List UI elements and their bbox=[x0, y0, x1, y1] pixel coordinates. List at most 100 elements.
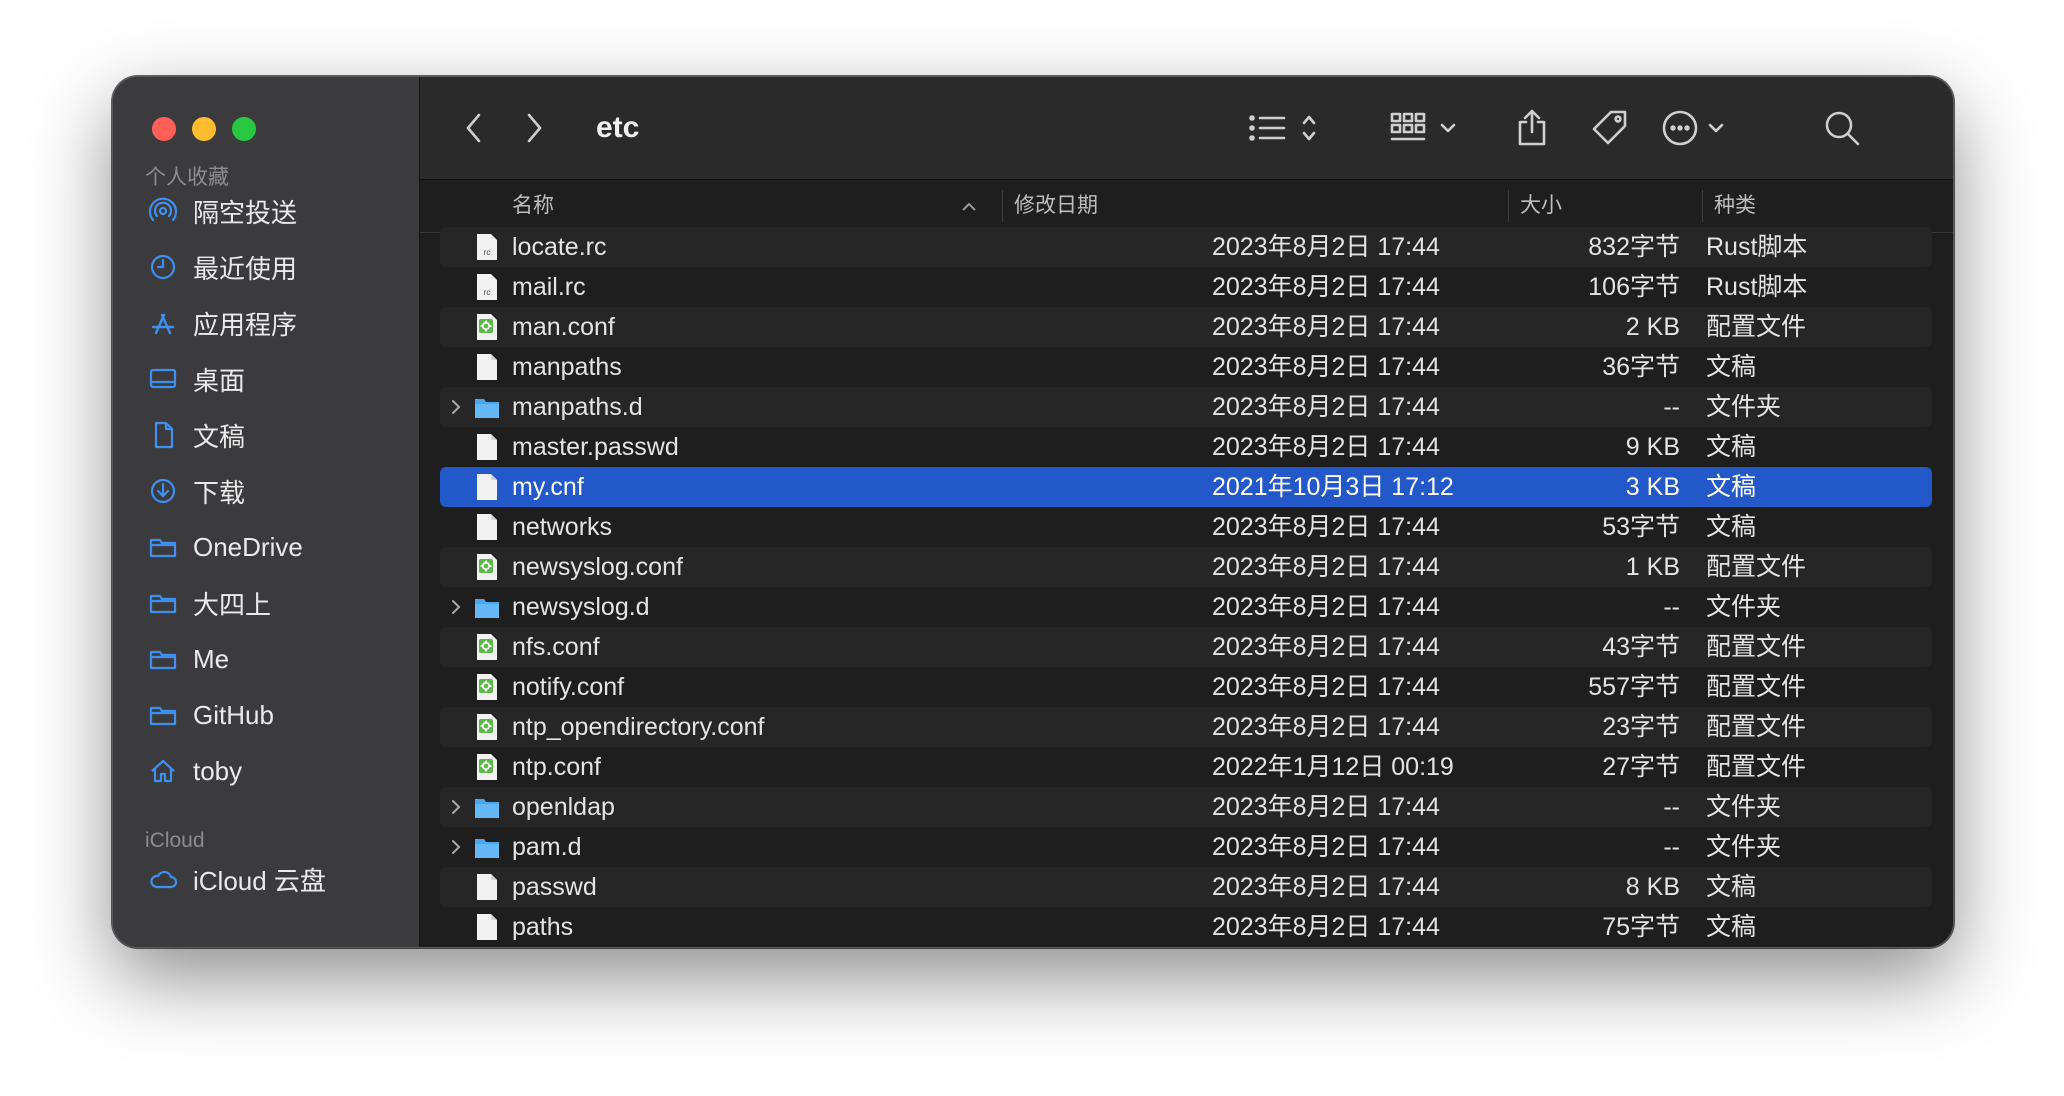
cloud-icon bbox=[147, 863, 179, 895]
sidebar-item-label: 下载 bbox=[193, 477, 246, 508]
tag-button[interactable] bbox=[1588, 105, 1632, 151]
file-row[interactable]: pam.d 2023年8月2日 17:44 -- 文件夹 bbox=[440, 827, 1932, 867]
file-row[interactable]: nfs.conf 2023年8月2日 17:44 43字节 配置文件 bbox=[440, 627, 1932, 667]
sort-ascending-icon[interactable] bbox=[960, 180, 978, 232]
file-row[interactable]: master.passwd 2023年8月2日 17:44 9 KB 文稿 bbox=[440, 427, 1932, 467]
tag-icon bbox=[1592, 110, 1627, 145]
more-actions-button[interactable] bbox=[1662, 105, 1734, 151]
sidebar-item-recents[interactable]: 最近使用 bbox=[147, 243, 297, 291]
file-date: 2023年8月2日 17:44 bbox=[1212, 393, 1440, 421]
sidebar-item-icloud-drive[interactable]: iCloud 云盘 bbox=[147, 855, 326, 903]
disclosure-chevron-icon[interactable] bbox=[446, 787, 466, 827]
file-kind: 配置文件 bbox=[1706, 553, 1807, 581]
file-kind: 文稿 bbox=[1706, 433, 1757, 461]
sidebar-item-github[interactable]: GitHub bbox=[147, 691, 274, 739]
window-controls bbox=[152, 117, 256, 141]
file-row[interactable]: newsyslog.d 2023年8月2日 17:44 -- 文件夹 bbox=[440, 587, 1932, 627]
sidebar-item-airdrop[interactable]: 隔空投送 bbox=[147, 187, 297, 235]
minimize-button[interactable] bbox=[192, 117, 216, 141]
ellipsis-circle-icon bbox=[1662, 110, 1724, 146]
file-size: 53字节 bbox=[1602, 513, 1680, 541]
file-size: 106字节 bbox=[1588, 273, 1680, 301]
file-row[interactable]: manpaths 2023年8月2日 17:44 36字节 文稿 bbox=[440, 347, 1932, 387]
sidebar-item-me[interactable]: Me bbox=[147, 635, 229, 683]
file-size: 75字节 bbox=[1602, 913, 1680, 941]
file-row[interactable]: notify.conf 2023年8月2日 17:44 557字节 配置文件 bbox=[440, 667, 1932, 707]
forward-button[interactable] bbox=[516, 105, 552, 151]
column-size[interactable]: 大小 bbox=[1520, 180, 1562, 232]
file-size: -- bbox=[1663, 393, 1680, 421]
file-name: openldap bbox=[512, 793, 615, 821]
file-row[interactable]: newsyslog.conf 2023年8月2日 17:44 1 KB 配置文件 bbox=[440, 547, 1932, 587]
file-row[interactable]: rc locate.rc 2023年8月2日 17:44 832字节 Rust脚本 bbox=[440, 227, 1932, 267]
sidebar-item-toby[interactable]: toby bbox=[147, 747, 242, 795]
column-divider[interactable] bbox=[1508, 190, 1509, 222]
file-size: 557字节 bbox=[1588, 673, 1680, 701]
sidebar-section-icloud: iCloud bbox=[145, 829, 205, 852]
disclosure-chevron-icon[interactable] bbox=[446, 387, 466, 427]
search-icon bbox=[1825, 111, 1860, 146]
file-date: 2021年10月3日 17:12 bbox=[1212, 473, 1454, 501]
folder-icon bbox=[474, 833, 500, 861]
sidebar-item-desktop[interactable]: 桌面 bbox=[147, 355, 245, 403]
applications-icon bbox=[147, 307, 179, 339]
file-row[interactable]: openldap 2023年8月2日 17:44 -- 文件夹 bbox=[440, 787, 1932, 827]
search-button[interactable] bbox=[1820, 105, 1864, 151]
file-kind: 文稿 bbox=[1706, 913, 1757, 941]
disclosure-chevron-icon[interactable] bbox=[446, 827, 466, 867]
file-size: 832字节 bbox=[1588, 233, 1680, 261]
file-row[interactable]: ntp_opendirectory.conf 2023年8月2日 17:44 23字… bbox=[440, 707, 1932, 747]
file-row[interactable]: rc mail.rc 2023年8月2日 17:44 106字节 Rust脚本 bbox=[440, 267, 1932, 307]
file-row[interactable]: passwd 2023年8月2日 17:44 8 KB 文稿 bbox=[440, 867, 1932, 907]
file-row[interactable]: man.conf 2023年8月2日 17:44 2 KB 配置文件 bbox=[440, 307, 1932, 347]
file-row[interactable]: my.cnf 2021年10月3日 17:12 3 KB 文稿 bbox=[440, 467, 1932, 507]
file-kind: 配置文件 bbox=[1706, 713, 1807, 741]
file-name: manpaths bbox=[512, 353, 622, 381]
file-row[interactable]: paths 2023年8月2日 17:44 75字节 文稿 bbox=[440, 907, 1932, 947]
sidebar-item-label: 桌面 bbox=[193, 365, 246, 396]
sidebar-item-documents[interactable]: 文稿 bbox=[147, 411, 245, 459]
sidebar-item-label: 应用程序 bbox=[193, 309, 298, 340]
sidebar-item-applications[interactable]: 应用程序 bbox=[147, 299, 297, 347]
column-name[interactable]: 名称 bbox=[512, 180, 554, 232]
config-file-icon bbox=[474, 553, 500, 581]
disclosure-chevron-icon[interactable] bbox=[446, 587, 466, 627]
file-name: passwd bbox=[512, 873, 597, 901]
close-button[interactable] bbox=[152, 117, 176, 141]
file-size: -- bbox=[1663, 793, 1680, 821]
file-date: 2023年8月2日 17:44 bbox=[1212, 593, 1440, 621]
view-options-button[interactable] bbox=[1248, 105, 1322, 151]
back-button[interactable] bbox=[456, 105, 492, 151]
sidebar: 个人收藏 隔空投送 最近使用 应用程序 桌面 文稿 下载 OneDrive 大四… bbox=[113, 77, 420, 947]
file-kind: 文稿 bbox=[1706, 473, 1757, 501]
file-row[interactable]: manpaths.d 2023年8月2日 17:44 -- 文件夹 bbox=[440, 387, 1932, 427]
file-kind: 文件夹 bbox=[1706, 793, 1782, 821]
sidebar-item-dasishang[interactable]: 大四上 bbox=[147, 579, 271, 627]
group-button[interactable] bbox=[1390, 105, 1462, 151]
file-kind: 文稿 bbox=[1706, 353, 1757, 381]
sidebar-item-onedrive[interactable]: OneDrive bbox=[147, 523, 303, 571]
file-name: ntp_opendirectory.conf bbox=[512, 713, 765, 741]
file-name: paths bbox=[512, 913, 574, 941]
sidebar-item-label: OneDrive bbox=[193, 531, 303, 562]
sidebar-item-downloads[interactable]: 下载 bbox=[147, 467, 245, 515]
file-kind: 配置文件 bbox=[1706, 633, 1807, 661]
file-size: -- bbox=[1663, 593, 1680, 621]
chevron-right-icon bbox=[527, 113, 542, 143]
file-row[interactable]: networks 2023年8月2日 17:44 53字节 文稿 bbox=[440, 507, 1932, 547]
file-size: 23字节 bbox=[1602, 713, 1680, 741]
file-date: 2023年8月2日 17:44 bbox=[1212, 833, 1440, 861]
document-file-icon bbox=[474, 513, 500, 541]
column-divider[interactable] bbox=[1702, 190, 1703, 222]
share-button[interactable] bbox=[1512, 105, 1552, 151]
file-name: master.passwd bbox=[512, 433, 679, 461]
column-date[interactable]: 修改日期 bbox=[1014, 180, 1098, 232]
file-row[interactable]: ntp.conf 2022年1月12日 00:19 27字节 配置文件 bbox=[440, 747, 1932, 787]
document-icon bbox=[147, 419, 179, 451]
airdrop-icon bbox=[147, 195, 179, 227]
toolbar: etc bbox=[420, 77, 1953, 180]
column-kind[interactable]: 种类 bbox=[1714, 180, 1756, 232]
zoom-button[interactable] bbox=[232, 117, 256, 141]
file-kind: Rust脚本 bbox=[1706, 233, 1808, 261]
column-divider[interactable] bbox=[1002, 190, 1003, 222]
